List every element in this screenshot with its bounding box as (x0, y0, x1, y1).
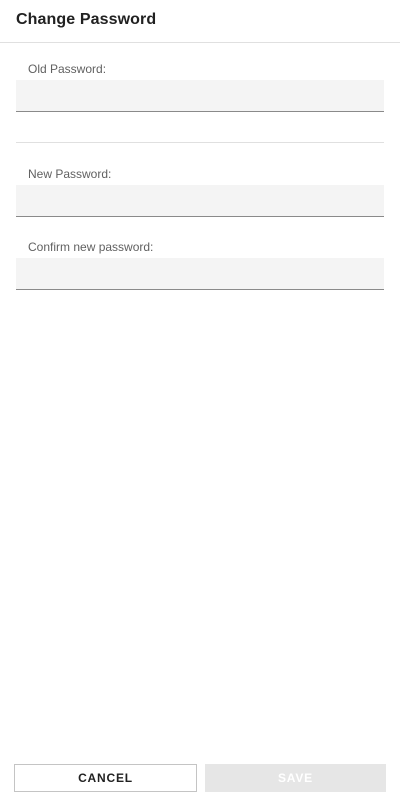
confirm-password-input[interactable] (16, 258, 384, 290)
confirm-password-field: Confirm new password: (16, 240, 384, 290)
save-button[interactable]: SAVE (205, 764, 386, 792)
new-password-field: New Password: (16, 167, 384, 217)
page-title: Change Password (16, 11, 157, 28)
change-password-screen: Change Password Old Password: New Passwo… (0, 0, 400, 800)
cancel-button[interactable]: CANCEL (14, 764, 197, 792)
old-password-input[interactable] (16, 80, 384, 112)
new-password-input[interactable] (16, 185, 384, 217)
section-divider (16, 142, 384, 143)
header: Change Password (0, 0, 400, 43)
old-password-field: Old Password: (16, 62, 384, 112)
new-password-label: New Password: (28, 167, 112, 181)
old-password-label: Old Password: (28, 62, 107, 76)
confirm-password-label: Confirm new password: (28, 240, 154, 254)
